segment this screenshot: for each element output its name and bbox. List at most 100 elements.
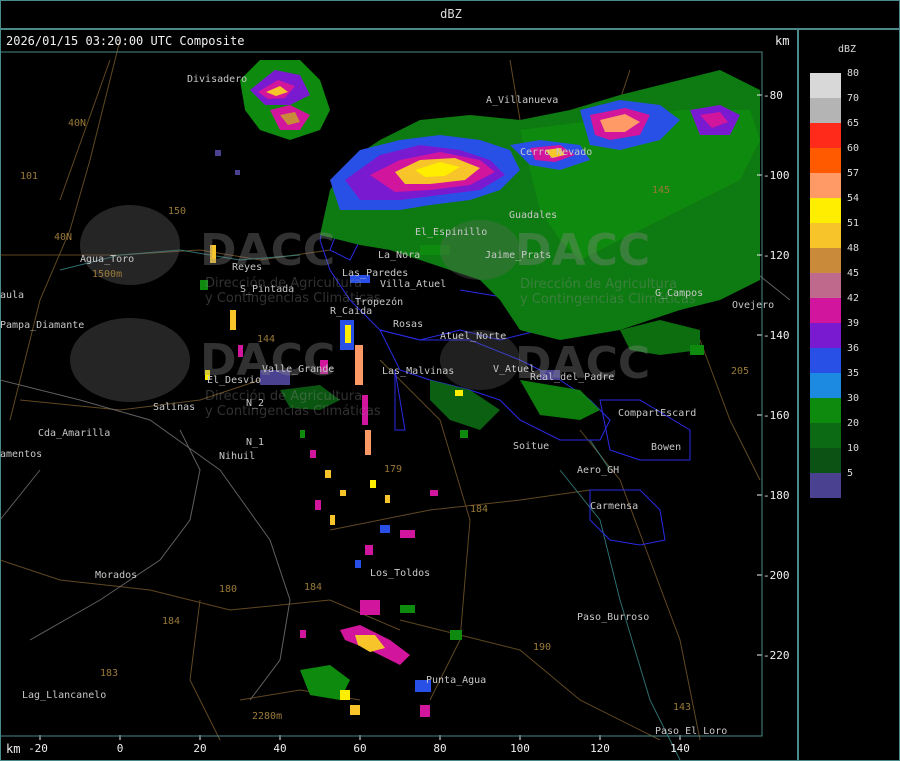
place-label: N_1 <box>246 437 264 448</box>
km-unit-label: km <box>775 34 790 48</box>
x-tick-label: 80 <box>433 742 447 755</box>
scan-timestamp: 2026/01/15 03:20:00 UTC Composite <box>6 34 245 48</box>
svg-text:Dirección de Agricultura: Dirección de Agricultura <box>520 277 677 292</box>
x-tick-label: 0 <box>116 742 124 755</box>
place-label: Las_Malvinas <box>382 366 454 377</box>
place-label: Bowen <box>651 442 681 453</box>
route-label: 184 <box>162 616 180 627</box>
place-label: Valle_Grande <box>262 364 334 375</box>
legend-label: 35 <box>847 368 860 379</box>
legend-swatch <box>810 98 841 123</box>
route-label: 184 <box>470 504 488 515</box>
legend-label: 20 <box>847 418 860 429</box>
place-label: Real_del_Padre <box>530 372 614 383</box>
y-tick-label: -180 <box>763 489 790 502</box>
route-label: 205 <box>731 366 749 377</box>
y-tick-label: -80 <box>763 89 783 102</box>
place-label: Agua_Toro <box>80 254 134 265</box>
x-tick-label: 100 <box>510 742 530 755</box>
route-label: 40N <box>54 232 72 243</box>
route-label: 150 <box>168 206 186 217</box>
legend-label: 57 <box>847 168 860 179</box>
place-label: Cerro_Nevado <box>520 147 592 158</box>
y-tick-label: -220 <box>763 649 790 662</box>
legend-label: 80 <box>847 68 860 79</box>
legend-swatch <box>810 273 841 298</box>
x-tick-label: 140 <box>670 742 690 755</box>
y-tick-label: -100 <box>763 169 790 182</box>
legend-title: dBZ <box>838 44 857 55</box>
x-tick-label: 40 <box>273 742 287 755</box>
route-label: 143 <box>673 702 691 713</box>
place-label: Paso_Burroso <box>577 612 649 623</box>
place-label: Paso_El_Loro <box>655 726 727 737</box>
place-label: aula <box>0 290 24 301</box>
legend-label: 39 <box>847 318 860 329</box>
x-tick-label: 120 <box>590 742 610 755</box>
place-label: Aero_GH <box>577 465 619 476</box>
y-tick-label: -140 <box>763 329 790 342</box>
legend-swatch <box>810 148 841 173</box>
place-label: Punta_Agua <box>426 675 486 686</box>
legend-swatch <box>810 473 841 498</box>
legend-label: 48 <box>847 243 860 254</box>
place-label: amentos <box>0 449 42 460</box>
legend-swatch <box>810 373 841 398</box>
route-label: 145 <box>652 185 670 196</box>
legend-label: 36 <box>847 343 860 354</box>
y-tick-label: -120 <box>763 249 790 262</box>
watermark-lower: DACC Dirección de Agricultura y Continge… <box>70 318 381 419</box>
place-label: Atuel_Norte <box>440 331 506 342</box>
legend-label: 54 <box>847 193 860 204</box>
legend-swatch <box>810 73 841 98</box>
place-label: El_Espinillo <box>415 227 487 238</box>
legend-label: 65 <box>847 118 860 129</box>
place-label: G_Campos <box>655 288 703 299</box>
place-label: Villa_Atuel <box>380 279 446 290</box>
place-label: La_Nora <box>378 250 420 261</box>
legend-label: 5 <box>847 468 854 479</box>
place-label: Lag_Llancanelo <box>22 690 106 701</box>
legend-swatch <box>810 198 841 223</box>
place-label: Cda_Amarilla <box>38 428 110 439</box>
route-label: 2280m <box>252 711 282 722</box>
route-label: 180 <box>219 584 237 595</box>
route-label: 40N <box>68 118 86 129</box>
place-label: Ovejero <box>732 300 774 311</box>
place-label: N_2 <box>246 398 264 409</box>
legend-label: 51 <box>847 218 860 229</box>
legend-swatch <box>810 448 841 473</box>
place-label: S_Pintada <box>240 284 294 295</box>
legend-swatch <box>810 173 841 198</box>
place-label: Reyes <box>232 262 262 273</box>
route-label: 1500m <box>92 269 122 280</box>
place-label: Carmensa <box>590 501 638 512</box>
route-label: 144 <box>257 334 275 345</box>
legend-swatch <box>810 398 841 423</box>
svg-text:DACC: DACC <box>200 225 335 276</box>
legend-label: 70 <box>847 93 860 104</box>
legend-label: 42 <box>847 293 860 304</box>
place-label: Divisadero <box>187 74 247 85</box>
place-label: Jaime_Prats <box>485 250 551 261</box>
legend-swatch <box>810 323 841 348</box>
legend-swatch <box>810 223 841 248</box>
place-label: Las_Paredes <box>342 268 408 279</box>
route-label: 101 <box>20 171 38 182</box>
legend-swatch <box>810 248 841 273</box>
radar-map[interactable]: DACC Dirección de Agricultura y Continge… <box>0 0 900 761</box>
route-label: 190 <box>533 642 551 653</box>
place-label: Pampa_Diamante <box>0 320 84 331</box>
legend-label: 60 <box>847 143 860 154</box>
place-label: V_Atuel <box>493 364 535 375</box>
x-tick-label: -20 <box>28 742 48 755</box>
legend-swatch <box>810 123 841 148</box>
route-label: 179 <box>384 464 402 475</box>
x-tick-label: 20 <box>193 742 207 755</box>
place-label: Los_Toldos <box>370 568 430 579</box>
place-label: R_Caida <box>330 306 372 317</box>
place-label: Soitue <box>513 441 549 452</box>
place-label: Guadales <box>509 210 557 221</box>
route-label: 183 <box>100 668 118 679</box>
legend-label: 10 <box>847 443 860 454</box>
